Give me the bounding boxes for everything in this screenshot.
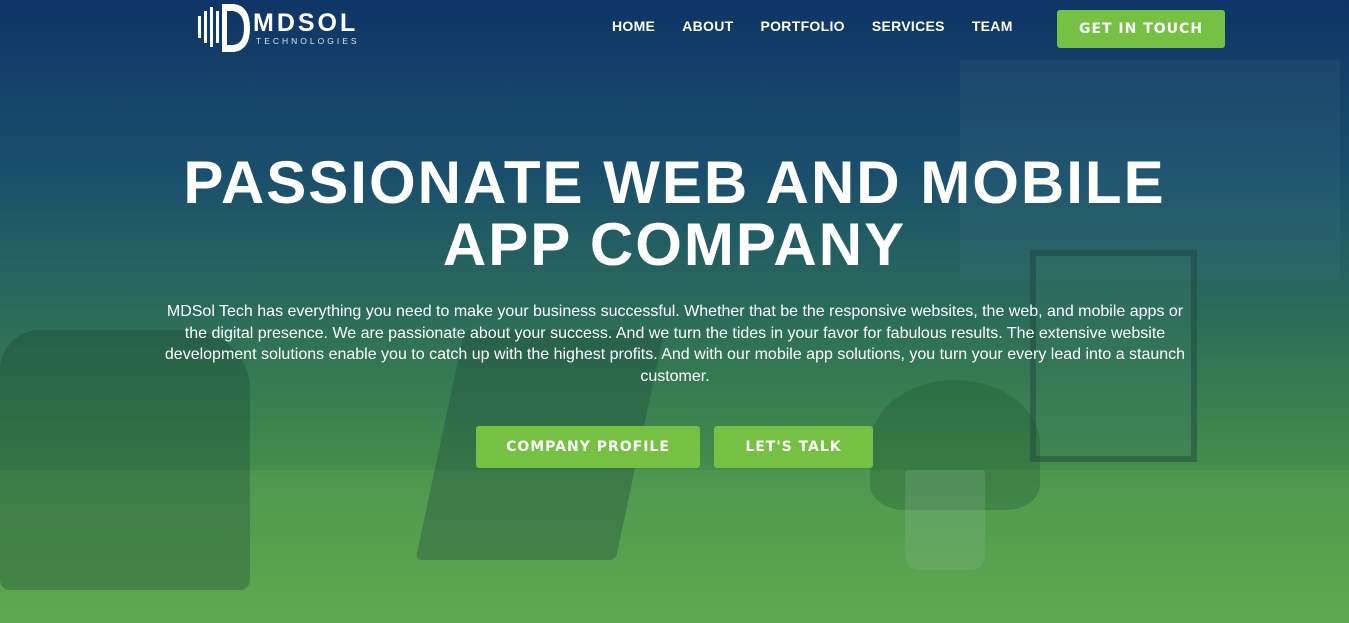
nav-item-team[interactable]: TEAM bbox=[972, 18, 1013, 34]
hero-section: MDSOL TECHNOLOGIES HOME ABOUT PORTFOLIO … bbox=[0, 0, 1349, 623]
background-plant-pot bbox=[905, 470, 985, 570]
hero-headline-line-1: PASSIONATE WEB AND MOBILE bbox=[183, 149, 1166, 216]
mdsol-logo-icon bbox=[198, 4, 250, 52]
nav-item-home[interactable]: HOME bbox=[612, 18, 655, 34]
nav-item-about[interactable]: ABOUT bbox=[682, 18, 733, 34]
nav-item-portfolio[interactable]: PORTFOLIO bbox=[760, 18, 844, 34]
get-in-touch-button[interactable]: GET IN TOUCH bbox=[1057, 10, 1225, 48]
nav-item-services[interactable]: SERVICES bbox=[872, 18, 945, 34]
background-plant bbox=[870, 380, 1040, 510]
site-header: MDSOL TECHNOLOGIES HOME ABOUT PORTFOLIO … bbox=[0, 0, 1349, 56]
hero-headline: PASSIONATE WEB AND MOBILE APP COMPANY bbox=[0, 152, 1349, 276]
main-navigation: HOME ABOUT PORTFOLIO SERVICES TEAM bbox=[612, 18, 1040, 34]
logo-wordmark: MDSOL bbox=[253, 9, 359, 37]
company-profile-button[interactable]: COMPANY PROFILE bbox=[476, 426, 700, 468]
lets-talk-button[interactable]: LET'S TALK bbox=[714, 426, 873, 468]
hero-description: MDSol Tech has everything you need to ma… bbox=[164, 303, 1186, 385]
logo-tagline: TECHNOLOGIES bbox=[256, 36, 360, 46]
background-desk bbox=[0, 470, 1349, 623]
site-logo[interactable]: MDSOL TECHNOLOGIES bbox=[196, 2, 386, 54]
hero-headline-line-2: APP COMPANY bbox=[442, 211, 907, 278]
